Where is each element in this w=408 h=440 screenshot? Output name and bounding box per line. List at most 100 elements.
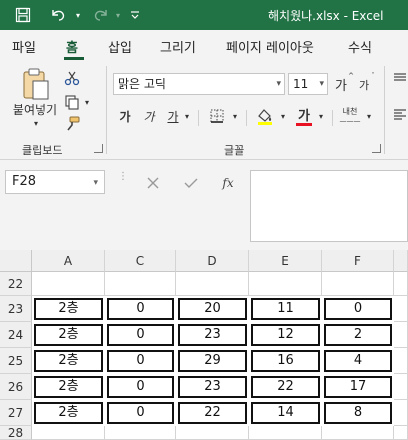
fill-color-icon[interactable] <box>254 106 276 126</box>
cell[interactable]: 14 <box>251 402 320 424</box>
cancel-icon[interactable] <box>142 172 164 194</box>
italic-button[interactable]: 가 <box>140 106 158 126</box>
cell[interactable]: 4 <box>324 350 392 372</box>
cell[interactable] <box>394 322 408 348</box>
cell[interactable] <box>249 272 322 296</box>
bold-button[interactable]: 가 <box>116 106 134 126</box>
cell[interactable]: 0 <box>107 350 174 372</box>
cell[interactable]: 0 <box>107 298 174 320</box>
cell[interactable]: 17 <box>324 376 392 398</box>
row-header[interactable]: 28 <box>0 426 32 440</box>
cell[interactable] <box>32 426 105 440</box>
cell[interactable]: 22 <box>251 376 320 398</box>
format-painter-icon[interactable] <box>62 114 82 134</box>
cell[interactable] <box>249 426 322 440</box>
row-header[interactable]: 22 <box>0 272 32 296</box>
font-name-combo[interactable]: 맑은 고딕 ▾ <box>113 73 285 95</box>
cell[interactable]: 20 <box>178 298 247 320</box>
formula-input[interactable] <box>250 170 408 242</box>
column-header-a[interactable]: A <box>32 250 105 272</box>
tab-page-layout[interactable]: 페이지 레이아웃 <box>226 37 314 56</box>
cell[interactable] <box>176 426 249 440</box>
cell[interactable]: 12 <box>251 324 320 346</box>
cell[interactable]: 2층 <box>34 298 103 320</box>
cell[interactable] <box>394 426 408 440</box>
save-icon[interactable] <box>12 4 34 26</box>
cell[interactable]: 22 <box>178 402 247 424</box>
cell[interactable] <box>105 272 176 296</box>
fill-color-dropdown-icon[interactable]: ▾ <box>278 110 288 122</box>
tab-draw[interactable]: 그리기 <box>160 37 196 56</box>
align-top-icon[interactable] <box>392 70 408 86</box>
column-header-d[interactable]: D <box>176 250 249 272</box>
cell[interactable] <box>322 426 394 440</box>
tab-formulas[interactable]: 수식 <box>348 37 372 56</box>
redo-icon[interactable] <box>90 4 112 26</box>
tab-home[interactable]: 홈 <box>66 37 78 56</box>
column-header-f[interactable]: F <box>322 250 394 272</box>
align-left-icon[interactable] <box>392 106 408 122</box>
name-box[interactable]: F28 ▾ <box>5 170 105 194</box>
cell[interactable] <box>394 272 408 296</box>
phonetic-guide-button[interactable]: 내천 <box>338 104 362 118</box>
enter-icon[interactable] <box>180 172 202 194</box>
cell[interactable] <box>322 272 394 296</box>
tab-file[interactable]: 파일 <box>12 37 36 56</box>
cell[interactable] <box>176 272 249 296</box>
borders-icon[interactable] <box>206 106 228 126</box>
column-header-c[interactable]: C <box>105 250 176 272</box>
copy-icon[interactable] <box>62 92 82 112</box>
redo-dropdown-icon[interactable]: ▾ <box>112 4 124 26</box>
cell[interactable] <box>394 400 408 426</box>
cell[interactable]: 29 <box>178 350 247 372</box>
row-header[interactable]: 27 <box>0 400 32 426</box>
customize-icon[interactable] <box>126 4 144 26</box>
paste-icon[interactable] <box>16 66 56 102</box>
cell[interactable] <box>105 426 176 440</box>
undo-dropdown-icon[interactable]: ▾ <box>72 4 84 26</box>
cell[interactable]: 2층 <box>34 324 103 346</box>
font-name-dropdown-icon[interactable]: ▾ <box>276 74 281 94</box>
cell[interactable] <box>394 348 408 374</box>
font-color-dropdown-icon[interactable]: ▾ <box>316 110 326 122</box>
row-header[interactable]: 24 <box>0 322 32 348</box>
font-color-button[interactable]: 가 <box>294 104 314 124</box>
row-header[interactable]: 23 <box>0 296 32 322</box>
row-header[interactable]: 26 <box>0 374 32 400</box>
cell[interactable]: 8 <box>324 402 392 424</box>
undo-icon[interactable] <box>46 4 70 26</box>
name-box-dropdown-icon[interactable]: ▾ <box>93 172 98 194</box>
row-header[interactable]: 25 <box>0 348 32 374</box>
cut-icon[interactable] <box>62 68 82 88</box>
paste-button[interactable]: 붙여넣기 <box>6 100 64 118</box>
cell[interactable] <box>32 272 105 296</box>
cell[interactable]: 16 <box>251 350 320 372</box>
cell[interactable]: 23 <box>178 324 247 346</box>
underline-dropdown-icon[interactable]: ▾ <box>182 110 192 122</box>
font-dialog-launcher-icon[interactable] <box>372 144 381 153</box>
font-size-combo[interactable]: 11 ▾ <box>288 73 328 95</box>
cell[interactable]: 0 <box>107 376 174 398</box>
cell[interactable]: 2층 <box>34 402 103 424</box>
insert-function-button[interactable]: fx <box>216 172 240 194</box>
font-size-dropdown-icon[interactable]: ▾ <box>319 74 324 94</box>
cell[interactable]: 23 <box>178 376 247 398</box>
tab-insert[interactable]: 삽입 <box>108 37 132 56</box>
cell[interactable] <box>394 374 408 400</box>
borders-dropdown-icon[interactable]: ▾ <box>230 110 240 122</box>
cell[interactable]: 2층 <box>34 350 103 372</box>
cell[interactable]: 2 <box>324 324 392 346</box>
splitter-handle-icon[interactable]: ⋮ <box>118 172 128 190</box>
cell[interactable]: 0 <box>324 298 392 320</box>
select-all-corner[interactable] <box>0 250 32 272</box>
phonetic-dropdown-icon[interactable]: ▾ <box>364 110 374 122</box>
cell[interactable] <box>394 296 408 322</box>
paste-dropdown-icon[interactable]: ▾ <box>30 118 42 128</box>
cell[interactable]: 11 <box>251 298 320 320</box>
column-header-next[interactable] <box>394 250 408 272</box>
cell[interactable]: 2층 <box>34 376 103 398</box>
cell[interactable]: 0 <box>107 402 174 424</box>
copy-dropdown-icon[interactable]: ▾ <box>82 96 92 108</box>
column-header-e[interactable]: E <box>249 250 322 272</box>
clipboard-dialog-launcher-icon[interactable] <box>94 144 103 153</box>
